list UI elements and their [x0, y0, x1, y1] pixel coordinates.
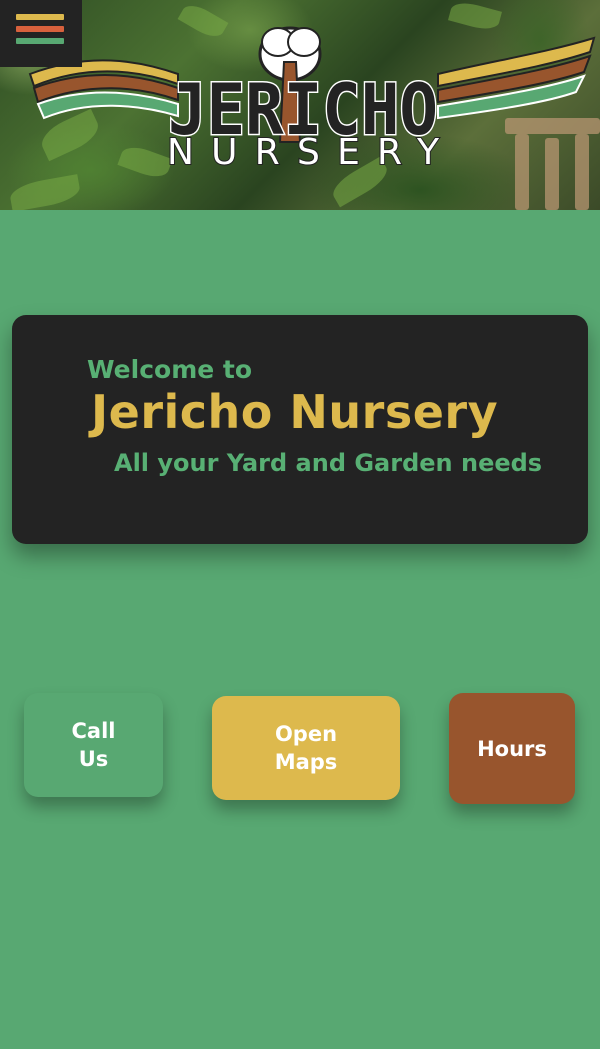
business-name: Jericho Nursery [91, 385, 499, 439]
hero-banner: JERICHO NURSERY [0, 0, 600, 210]
logo-stripes-left [28, 59, 179, 120]
call-us-button[interactable]: Call Us [24, 693, 163, 797]
hours-button[interactable]: Hours [449, 693, 575, 804]
welcome-card: Welcome to Jericho Nursery All your Yard… [12, 315, 588, 544]
hours-label: Hours [477, 736, 547, 761]
call-us-label: Call Us [71, 719, 116, 771]
open-maps-button[interactable]: Open Maps [212, 696, 400, 800]
tagline: All your Yard and Garden needs [114, 449, 543, 477]
jericho-nursery-logo: JERICHO NURSERY [28, 26, 596, 172]
menu-button[interactable] [0, 0, 82, 67]
open-maps-label: Open Maps [274, 722, 338, 774]
logo-stripes-right [437, 36, 596, 120]
welcome-text: Welcome to [87, 355, 253, 384]
